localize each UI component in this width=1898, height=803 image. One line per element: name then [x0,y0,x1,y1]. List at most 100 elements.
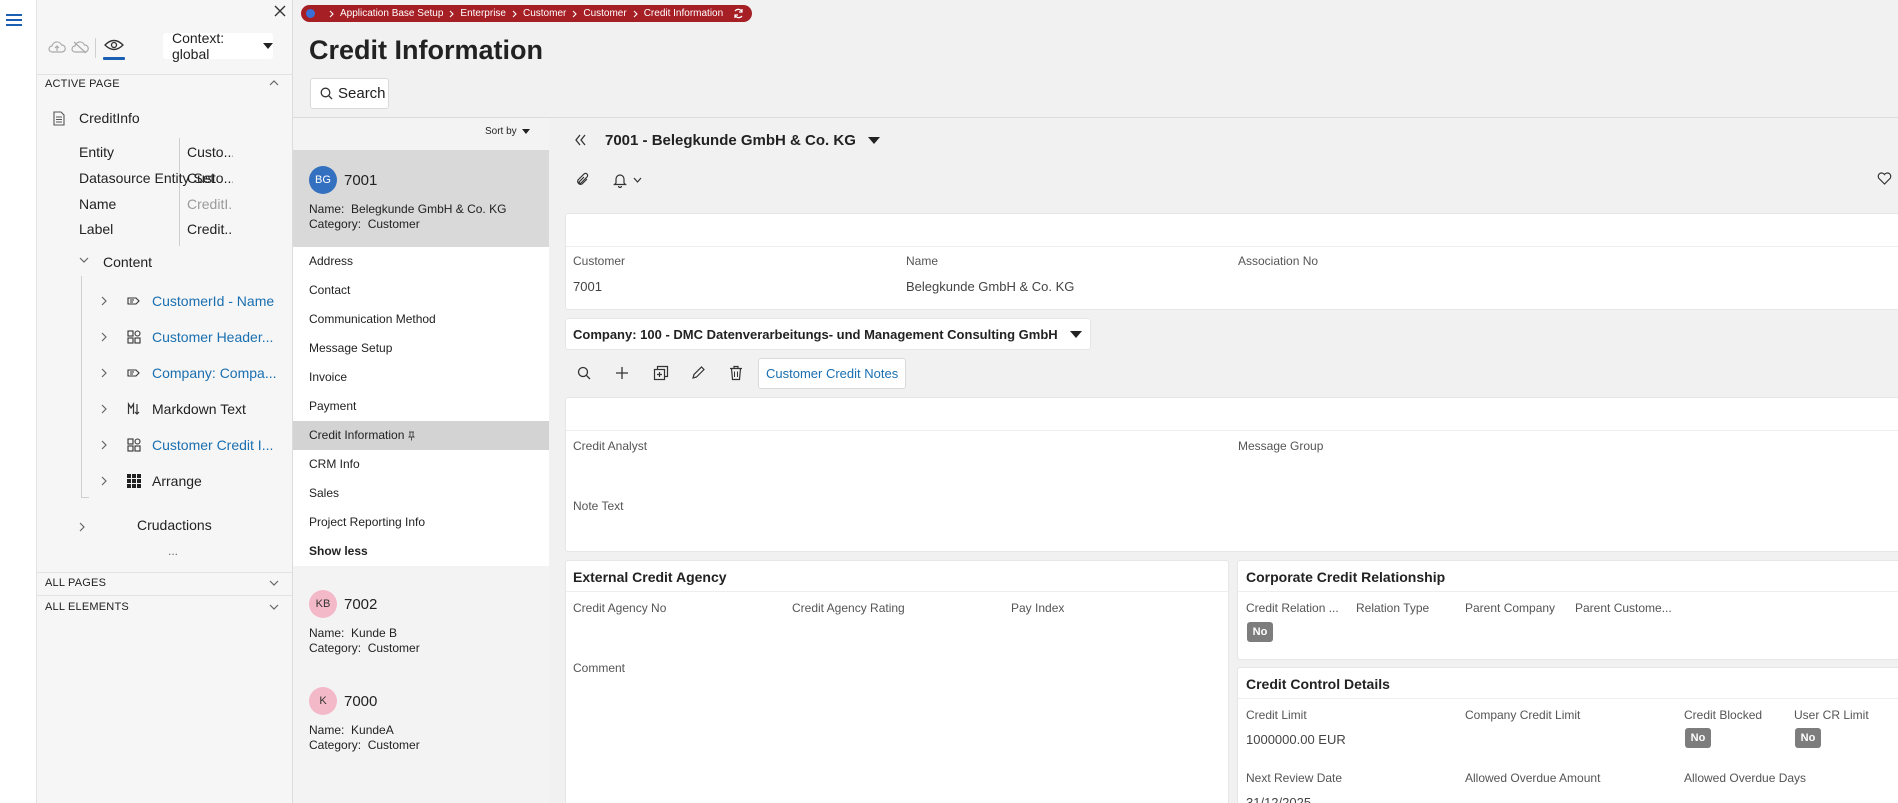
chevron-right-icon[interactable] [101,368,113,378]
breadcrumb-item[interactable]: Customer [523,8,566,19]
chevron-right-icon[interactable] [79,522,85,532]
nav-item-label: Message Setup [309,341,393,355]
chevron-right-icon[interactable] [101,476,113,486]
customer-credit-notes-button[interactable]: Customer Credit Notes [758,358,907,389]
heart-icon[interactable] [1877,172,1892,185]
tree-node-label: Company: Compa... [152,365,277,381]
record-name: Belegkunde GmbH & Co. KG [351,202,507,216]
company-credit-limit-label: Company Credit Limit [1465,708,1581,722]
chevron-up-icon[interactable] [269,80,279,86]
breadcrumb-item[interactable]: Application Base Setup [340,8,443,19]
notifications-button[interactable] [613,172,642,188]
nav-item[interactable]: CRM Info [293,450,549,479]
chevron-down-icon[interactable] [269,580,279,586]
chevron-down-icon[interactable] [79,257,89,263]
page-document-icon [53,111,65,126]
eye-icon[interactable] [104,38,124,52]
breadcrumb-item[interactable]: Enterprise [460,8,506,19]
record-card[interactable]: KB 7002 Name: Kunde B Category: Customer [293,574,549,671]
duplicate-icon[interactable] [653,365,669,381]
delete-icon[interactable] [729,365,743,381]
nav-item[interactable]: Communication Method [293,305,549,334]
close-icon[interactable] [273,4,287,18]
category-prefix: Category: [309,641,362,655]
record-name: KundeA [351,723,394,737]
view-tab-indicator [103,57,125,60]
user-cr-limit-label: User CR Limit [1794,708,1869,722]
record-selector[interactable]: 7001 - Belegkunde GmbH & Co. KG [605,132,880,149]
tree-node-label: Markdown Text [152,401,246,417]
credit-agency-no-label: Credit Agency No [573,601,667,615]
tree-node[interactable]: CustomerId - Name [101,283,291,319]
nav-item[interactable]: Message Setup [293,334,549,363]
tree-node-label: Customer Header... [152,329,274,345]
chevron-down-icon[interactable] [269,604,279,610]
cloud-off-icon[interactable] [71,40,89,54]
customer-label: Customer [573,254,626,268]
nav-item[interactable]: Contact [293,276,549,305]
content-node-label[interactable]: Content [103,254,152,270]
search-button[interactable]: Search [310,78,389,109]
tree-node[interactable]: Company: Compa... [101,355,291,391]
external-credit-agency-card: External Credit Agency Credit Agency No … [565,560,1230,803]
all-pages-header[interactable]: ALL PAGES [45,577,106,589]
add-icon[interactable] [615,366,629,380]
nav-item[interactable]: Credit Information [293,421,549,450]
sort-by-button[interactable]: Sort by [485,126,530,137]
selected-record-card[interactable]: BG 7001 Name: Belegkunde GmbH & Co. KG C… [293,150,549,247]
nav-item[interactable]: Project Reporting Info [293,508,549,537]
nav-item-label: Project Reporting Info [309,515,426,529]
breadcrumb-item[interactable]: Credit Information [644,8,723,19]
prop-value-label[interactable]: Credit... [187,221,233,237]
nav-item[interactable]: Invoice [293,363,549,392]
chevron-right-icon[interactable] [101,296,113,306]
next-review-date-value: 31/12/2025 [1246,795,1312,803]
nav-item-label: Payment [309,399,357,413]
chevron-right-icon[interactable] [101,404,113,414]
edit-icon[interactable] [691,365,706,380]
breadcrumb-item[interactable]: Customer [583,8,626,19]
prop-value-datasource[interactable]: Custo... [187,170,233,186]
all-elements-header[interactable]: ALL ELEMENTS [45,601,129,613]
prop-key-entity: Entity [79,144,115,160]
tree-node-label: Customer Credit I... [152,437,274,453]
message-group-label: Message Group [1238,439,1324,453]
active-page-header[interactable]: ACTIVE PAGE [45,78,120,90]
cloud-upload-icon[interactable] [48,40,66,54]
company-selector[interactable]: Company: 100 - DMC Datenverarbeitungs- u… [565,318,1091,350]
chevron-right-icon[interactable] [101,440,113,450]
hamburger-menu-icon[interactable] [6,12,22,28]
prop-key-label: Label [79,221,114,237]
chevron-right-icon[interactable] [101,332,113,342]
tree-node[interactable]: Markdown Text [101,391,291,427]
refresh-icon[interactable] [733,8,744,19]
record-card[interactable]: K 7000 Name: KundeA Category: Customer [293,671,549,768]
prop-value-entity[interactable]: Custo... [187,144,233,160]
home-icon[interactable] [306,9,315,18]
page-name-label[interactable]: CreditInfo [79,110,140,126]
chevron-right-icon [572,10,578,18]
search-icon[interactable] [577,366,591,380]
allowed-overdue-days-label: Allowed Overdue Days [1684,771,1807,785]
nav-item[interactable]: Address [293,247,549,276]
context-label: Context: global [172,30,225,62]
avatar: KB [309,590,337,618]
pin-icon[interactable] [408,431,416,441]
more-dots[interactable]: ... [168,544,178,558]
caret-down-icon [1069,330,1082,338]
crudactions-node-label[interactable]: Crudactions [137,517,212,533]
nav-item[interactable]: Sales [293,479,549,508]
collapse-panel-icon[interactable] [574,134,588,146]
tree-node[interactable]: Customer Credit I... [101,427,291,463]
show-less-link[interactable]: Show less [293,537,549,566]
prop-value-name[interactable]: CreditI... [187,196,233,212]
tree-node[interactable]: Customer Header... [101,319,291,355]
nav-item-label: Address [309,254,354,268]
other-records: KB 7002 Name: Kunde B Category: Customer K 70… [293,574,549,768]
attachment-icon[interactable] [576,172,590,188]
chevron-right-icon [633,10,638,18]
nav-item[interactable]: Payment [293,392,549,421]
tree-node[interactable]: Arrange [101,463,291,499]
parent-customer-label: Parent Custome... [1575,601,1672,615]
context-dropdown[interactable]: Context: global [163,30,273,62]
